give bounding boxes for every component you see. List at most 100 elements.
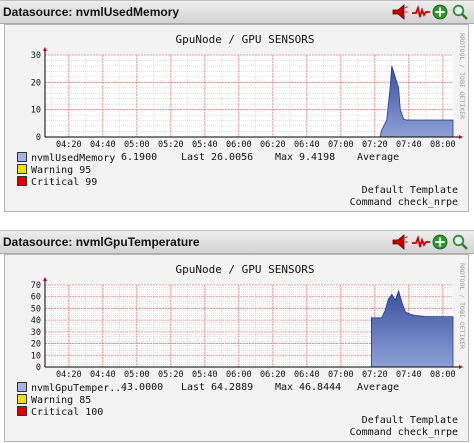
graph-zigzag-icon[interactable] (412, 234, 430, 250)
x-tick-label: 06:00 (226, 370, 252, 380)
y-tick-label: 10 (31, 106, 41, 116)
y-tick-label: 20 (31, 78, 41, 88)
y-tick-label: 40 (31, 316, 41, 326)
legend-critical-label: Critical (31, 407, 80, 418)
x-tick-label: 05:20 (158, 140, 184, 150)
add-icon[interactable] (432, 4, 448, 20)
x-axis-arrow (459, 135, 463, 139)
y-axis-arrow (43, 277, 47, 281)
template-label: Default Template (361, 415, 458, 426)
template-label: Default Template (361, 185, 458, 196)
y-tick-label: 0 (36, 133, 41, 143)
zoom-icon[interactable] (452, 234, 468, 250)
x-tick-label: 04:40 (90, 140, 116, 150)
legend-last-value: 64.2889 (211, 382, 254, 393)
x-tick-label: 05:20 (158, 370, 184, 380)
x-tick-labels: 04:20 04:40 05:00 05:20 05:40 06:00 06:20 06:40… (56, 370, 456, 380)
legend-series-row: nvmlGpuTemper... 43.0000 Last 64.2889 Max 46.… (17, 382, 399, 394)
chart-title: GpuNode / GPU SENSORS (175, 33, 314, 46)
datasource-title-2: Datasource: nvmlGpuTemperature (3, 235, 200, 249)
legend-warning-label: Warning (31, 395, 74, 406)
x-tick-label: 06:40 (294, 140, 320, 150)
x-tick-label: 04:40 (90, 370, 116, 380)
x-axis-arrow (459, 365, 463, 369)
legend-critical-value: 99 (85, 177, 98, 188)
y-tick-label: 70 (31, 281, 41, 291)
legend-average-label: Average (357, 152, 400, 163)
legend-series-label: nvmlGpuTemper... (31, 383, 128, 394)
x-tick-label: 05:40 (192, 140, 218, 150)
legend-warning-row: Warning 85 (17, 394, 91, 406)
y-tick-label: 50 (31, 304, 41, 314)
y-tick-label: 10 (31, 351, 41, 361)
legend-critical-row: Critical 99 (17, 176, 97, 188)
x-tick-label: 07:20 (362, 370, 388, 380)
y-tick-label: 20 (31, 340, 41, 350)
rrdtool-watermark: RRDTOOL / TOBI OETIKER (458, 33, 466, 119)
datasource-header-2: Datasource: nvmlGpuTemperature (0, 230, 474, 254)
chart-title: GpuNode / GPU SENSORS (175, 263, 314, 276)
legend-series-label: nvmlUsedMemory (31, 153, 116, 164)
zoom-icon[interactable] (452, 4, 468, 20)
legend-current: 43.0000 (121, 382, 164, 393)
alarm-icon[interactable] (392, 234, 408, 250)
legend-max-value: 46.8444 (299, 382, 342, 393)
warning-swatch (17, 164, 27, 174)
legend-warning-value: 85 (79, 395, 92, 406)
chart-1: GpuNode / GPU SENSORS RRDTOOL / TOBI OET… (31, 33, 466, 150)
legend-average-label: Average (357, 382, 400, 393)
x-tick-labels: 04:20 04:40 05:00 05:20 05:40 06:00 06:20 06:40… (56, 140, 456, 150)
command-label: Command check_nrpe (349, 427, 458, 438)
legend-critical-row: Critical 100 (17, 406, 103, 418)
y-tick-labels: 010203040506070 (31, 281, 41, 373)
critical-swatch (17, 176, 27, 186)
add-icon[interactable] (432, 234, 448, 250)
y-tick-label: 30 (31, 51, 41, 61)
command-label: Command check_nrpe (349, 197, 458, 208)
y-axis-arrow (43, 47, 47, 51)
x-tick-label: 07:00 (328, 370, 354, 380)
x-tick-label: 04:20 (56, 140, 82, 150)
legend-last-label: Last (181, 152, 206, 163)
datasource-title-1: Datasource: nvmlUsedMemory (3, 5, 180, 19)
legend-max-label: Max (275, 382, 294, 393)
alarm-icon[interactable] (392, 4, 408, 20)
legend-warning-row: Warning 95 (17, 164, 91, 176)
x-tick-label: 07:00 (328, 140, 354, 150)
x-tick-label: 06:00 (226, 140, 252, 150)
legend-max-label: Max (275, 152, 294, 163)
legend-warning-label: Warning (31, 165, 74, 176)
legend-max-value: 9.4198 (299, 152, 336, 163)
x-tick-label: 07:40 (396, 370, 422, 380)
series-swatch (17, 152, 27, 162)
x-tick-label: 04:20 (56, 370, 82, 380)
legend-current: 6.1900 (121, 152, 158, 163)
x-tick-label: 05:00 (124, 370, 150, 380)
critical-swatch (17, 406, 27, 416)
x-tick-label: 06:40 (294, 370, 320, 380)
legend-last-value: 26.0056 (211, 152, 254, 163)
graph-image-1[interactable]: GpuNode / GPU SENSORS RRDTOOL / TOBI OET… (4, 24, 469, 212)
x-tick-label: 05:00 (124, 140, 150, 150)
x-tick-label: 05:40 (192, 370, 218, 380)
legend-warning-value: 95 (79, 165, 92, 176)
legend-last-label: Last (181, 382, 206, 393)
legend-series-row: nvmlUsedMemory 6.1900 Last 26.0056 Max 9.4198… (17, 152, 399, 164)
graph-image-2[interactable]: GpuNode / GPU SENSORS RRDTOOL / TOBI OET… (4, 254, 469, 442)
series-swatch (17, 382, 27, 392)
x-tick-label: 07:40 (396, 140, 422, 150)
chart-2: GpuNode / GPU SENSORS RRDTOOL / TOBI OET… (31, 263, 466, 380)
x-tick-label: 06:20 (260, 370, 286, 380)
y-tick-label: 60 (31, 293, 41, 303)
x-tick-label: 06:20 (260, 140, 286, 150)
datasource-header-1: Datasource: nvmlUsedMemory (0, 0, 474, 24)
warning-swatch (17, 394, 27, 404)
x-tick-label: 08:00 (430, 140, 456, 150)
x-tick-label: 07:20 (362, 140, 388, 150)
y-tick-label: 30 (31, 328, 41, 338)
rrdtool-watermark: RRDTOOL / TOBI OETIKER (458, 263, 466, 349)
legend-critical-label: Critical (31, 177, 80, 188)
y-tick-label: 0 (36, 363, 41, 373)
x-tick-label: 08:00 (430, 370, 456, 380)
graph-zigzag-icon[interactable] (412, 4, 430, 20)
